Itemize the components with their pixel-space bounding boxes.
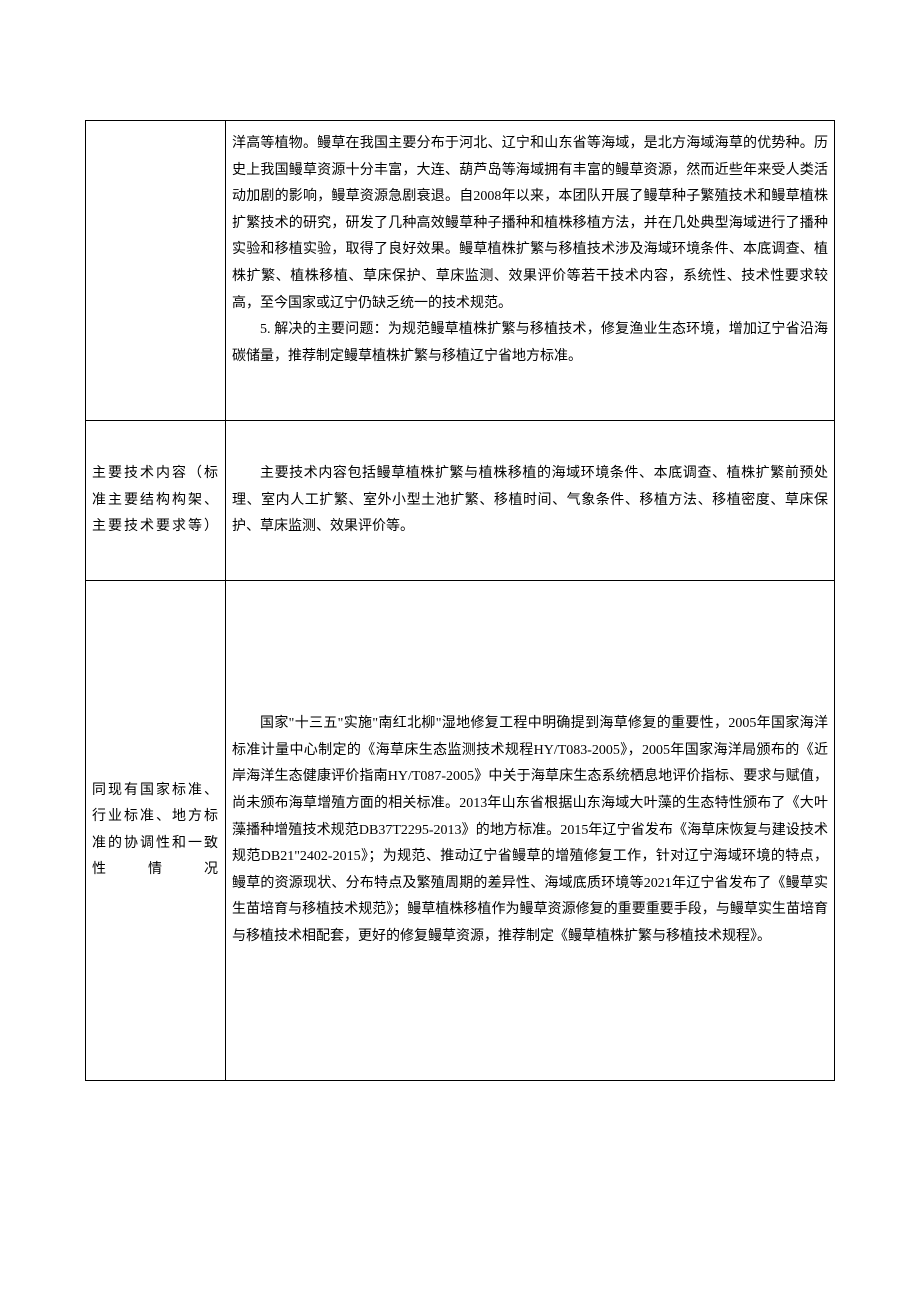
row-label-cell (86, 121, 226, 421)
row-content-cell: 主要技术内容包括鳗草植株扩繁与植株移植的海域环境条件、本底调查、植株扩繁前预处理… (226, 421, 835, 581)
row-content-cell: 洋高等植物。鳗草在我国主要分布于河北、辽宁和山东省等海域，是北方海域海草的优势种… (226, 121, 835, 421)
row-label-cell: 主要技术内容（标准主要结构构架、主要技术要求等） (86, 421, 226, 581)
document-table: 洋高等植物。鳗草在我国主要分布于河北、辽宁和山东省等海域，是北方海域海草的优势种… (85, 120, 835, 1081)
paragraph: 5. 解决的主要问题：为规范鳗草植株扩繁与移植技术，修复渔业生态环境，增加辽宁省… (232, 317, 828, 370)
row-label-text: 主要技术内容（标准主要结构构架、主要技术要求等） (92, 466, 219, 534)
paragraph: 洋高等植物。鳗草在我国主要分布于河北、辽宁和山东省等海域，是北方海域海草的优势种… (232, 131, 828, 317)
row-label-text: 同现有国家标准、行业标准、地方标准的协调性和一致性情况 (92, 783, 219, 878)
table-row: 洋高等植物。鳗草在我国主要分布于河北、辽宁和山东省等海域，是北方海域海草的优势种… (86, 121, 835, 421)
table-row: 主要技术内容（标准主要结构构架、主要技术要求等） 主要技术内容包括鳗草植株扩繁与… (86, 421, 835, 581)
paragraph: 国家"十三五"实施"南红北柳"湿地修复工程中明确提到海草修复的重要性，2005年… (232, 711, 828, 950)
table-row: 同现有国家标准、行业标准、地方标准的协调性和一致性情况 国家"十三五"实施"南红… (86, 581, 835, 1081)
row-content-cell: 国家"十三五"实施"南红北柳"湿地修复工程中明确提到海草修复的重要性，2005年… (226, 581, 835, 1081)
paragraph: 主要技术内容包括鳗草植株扩繁与植株移植的海域环境条件、本底调查、植株扩繁前预处理… (232, 461, 828, 541)
row-label-cell: 同现有国家标准、行业标准、地方标准的协调性和一致性情况 (86, 581, 226, 1081)
